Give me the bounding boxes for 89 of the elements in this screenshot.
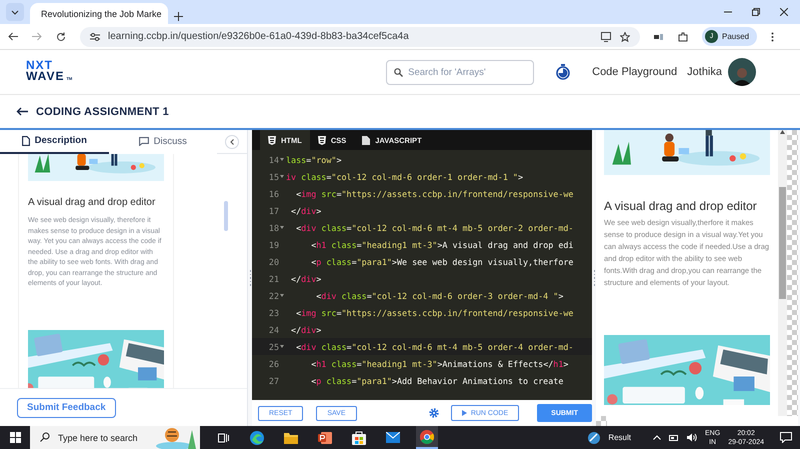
shield-icon (268, 136, 276, 144)
assignment-title: CODING ASSIGNMENT 1 (36, 106, 169, 118)
code-line: <p class="para1">We see web design visually,therfore (310, 256, 574, 266)
line-number: 25 (268, 342, 280, 352)
slides-app-icon[interactable] (318, 430, 332, 444)
mail-icon[interactable] (386, 432, 400, 443)
weather-text[interactable]: Result (608, 433, 632, 442)
code-line: </div> (290, 206, 322, 216)
code-line: </div> (290, 324, 322, 334)
line-number: 15 (268, 172, 280, 182)
play-icon (462, 410, 467, 416)
code-line: <img src="https://assets.ccbp.in/frontend/responsive-we (295, 188, 574, 198)
weather-icon[interactable] (588, 432, 600, 444)
chevron-up-icon[interactable] (653, 435, 662, 440)
tab-list-button[interactable] (6, 3, 24, 21)
line-number: 20 (268, 256, 280, 266)
code-line: <h1 class="heading1 mt-3">A visual drag and drop edi (310, 240, 574, 250)
code-line: </div> (290, 274, 322, 284)
browser-tab[interactable]: Revolutionizing the Job Marke (30, 3, 168, 24)
fold-icon[interactable] (280, 345, 284, 348)
shield-icon (318, 136, 326, 144)
windows-start-icon[interactable] (10, 432, 20, 443)
settings-icon[interactable] (428, 408, 439, 418)
menu-icon[interactable] (771, 32, 774, 42)
line-number: 21 (268, 274, 280, 284)
back-icon[interactable] (16, 107, 28, 116)
fold-icon[interactable] (280, 294, 284, 297)
fold-icon[interactable] (280, 175, 284, 178)
star-icon[interactable] (620, 32, 630, 42)
code-line: <div class="col-12 col-md-6 mt-4 mb-5 order-4 order-md- (295, 342, 574, 352)
address-bar[interactable]: learning.ccbp.in/question/e9326b0e-61a0-439d-8b83-ba34cef5ca4a (80, 26, 640, 46)
section-heading: A visual drag and drop editor (28, 197, 156, 208)
tab-title: Revolutionizing the Job Marke (41, 8, 162, 18)
search-field[interactable]: Search for 'Arrays' (386, 60, 534, 84)
media-icon[interactable] (654, 32, 664, 40)
line-number: 26 (268, 358, 280, 368)
code-line: <h1 class="heading1 mt-3">Animations & Effects</h1> (310, 358, 568, 368)
chevron-down-icon[interactable] (11, 8, 19, 16)
document-icon (22, 136, 30, 146)
task-view-icon[interactable] (218, 432, 228, 442)
code-editor[interactable] (252, 150, 592, 400)
line-number: 14 (268, 154, 280, 164)
chat-icon (138, 137, 149, 146)
browser-icon[interactable] (250, 430, 264, 444)
url-text: learning.ccbp.in/question/e9326b0e-61a0-439d-8b83-ba34cef5ca4a (108, 31, 410, 42)
code-line: <img src="https://assets.ccbp.in/frontend/responsive-we (295, 308, 574, 318)
site-settings-icon[interactable] (90, 32, 100, 40)
submit-feedback-button[interactable]: Submit Feedback (17, 398, 116, 418)
fold-icon[interactable] (280, 226, 284, 229)
line-number: 24 (268, 324, 280, 334)
code-line: <div class="col-12 col-md-6 order-3 order-md-4 "> (315, 290, 564, 300)
code-line: <p class="para1">Add Behavior Animations to create (310, 376, 564, 386)
folder-icon[interactable] (284, 432, 298, 444)
section-heading: A visual drag and drop editor (604, 199, 758, 213)
restore-icon[interactable] (752, 8, 760, 16)
avatar[interactable] (728, 58, 756, 86)
browser-icon[interactable] (420, 430, 434, 444)
taskbar-search-field[interactable]: Type here to search (30, 426, 154, 449)
search-icon (394, 68, 404, 76)
fold-icon[interactable] (280, 158, 284, 161)
chevron-left-icon (230, 138, 234, 144)
code-line: lass="row"> (286, 154, 342, 164)
search-icon (40, 432, 50, 442)
scrollbar[interactable] (224, 201, 228, 231)
new-tab-icon[interactable] (174, 12, 183, 21)
line-number: 17 (268, 206, 280, 216)
code-line: iv class="col-12 col-md-6 order-1 order-md-1 "> (286, 172, 524, 182)
extensions-icon[interactable] (678, 32, 688, 42)
back-icon[interactable] (8, 32, 18, 41)
reload-icon[interactable] (56, 32, 66, 42)
line-number: 18 (268, 222, 280, 232)
line-number: 23 (268, 308, 280, 318)
code-line: <div class="col-12 col-md-6 mt-4 mb-5 order-2 order-md- (295, 222, 574, 232)
battery-icon[interactable] (669, 434, 680, 440)
line-number: 19 (268, 240, 280, 250)
nav-link[interactable]: Code Playground (592, 66, 678, 78)
install-app-icon[interactable] (601, 32, 612, 42)
collapse-button[interactable] (225, 134, 239, 148)
line-number: 16 (268, 188, 280, 198)
speaker-icon[interactable] (687, 433, 698, 442)
store-bag-icon[interactable] (352, 430, 366, 444)
scrollbar[interactable] (778, 130, 787, 416)
line-number: 22 (268, 290, 280, 300)
close-icon[interactable] (780, 8, 788, 16)
line-number: 27 (268, 376, 280, 386)
notification-icon[interactable] (780, 432, 792, 443)
stopwatch-icon[interactable] (556, 64, 570, 80)
file-icon (362, 136, 370, 144)
user-name[interactable]: Jothika (687, 66, 722, 78)
